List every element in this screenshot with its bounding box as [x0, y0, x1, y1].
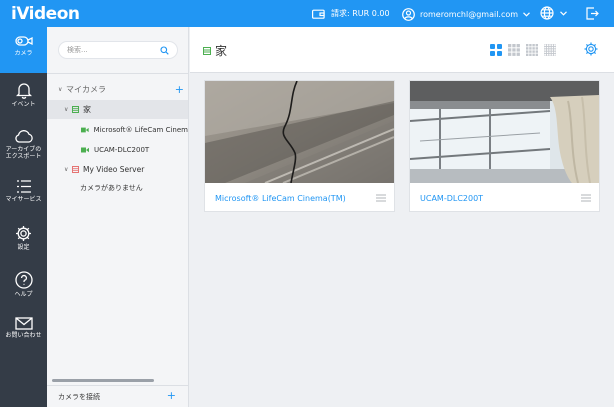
tree-group-home[interactable]: ∨ 家 [47, 100, 188, 119]
user-email: romeromchl@gmail.com [420, 10, 519, 19]
camera-card[interactable]: UCAM-DLC200T [409, 80, 600, 212]
nav-label: ヘルプ [14, 291, 33, 298]
tree-camera-item[interactable]: Microsoft® LifeCam Cinema [47, 120, 188, 139]
camera-icon [81, 147, 89, 152]
grid-3x3-icon[interactable] [508, 44, 520, 56]
chevron-down-icon[interactable]: ∨ [64, 166, 72, 173]
help-icon [14, 271, 33, 289]
grid-5x5-icon[interactable] [544, 44, 556, 56]
nav-item-settings[interactable]: 設定 [0, 218, 47, 264]
folder-icon [203, 46, 211, 55]
tree-scrollbar[interactable] [52, 379, 154, 382]
nav-label: アーカイブのエクスポート [5, 146, 42, 160]
camera-snapshot-image [205, 81, 394, 183]
connect-camera-label: カメラを接続 [58, 392, 100, 401]
divider [47, 73, 188, 74]
bell-icon [15, 83, 32, 99]
main-header: 家 [190, 27, 614, 73]
camera-snapshot-image [410, 81, 599, 183]
billing-label: 請求: RUR 0.00 [331, 9, 390, 18]
list-icon [16, 180, 31, 193]
nav-item-archive-export[interactable]: アーカイブのエクスポート [0, 122, 47, 168]
nav-label: お問い合わせ [5, 332, 42, 339]
nav-item-help[interactable]: ヘルプ [0, 264, 47, 310]
grid-4x4-icon[interactable] [526, 44, 538, 56]
globe-icon [540, 6, 554, 20]
folder-icon [72, 106, 79, 113]
camera-card-title[interactable]: Microsoft® LifeCam Cinema(TM) [215, 194, 346, 203]
nav-item-cameras[interactable]: カメラ [0, 27, 47, 73]
tree-camera-label: Microsoft® LifeCam Cinema [93, 125, 188, 134]
page-title-text: 家 [215, 44, 228, 58]
user-menu[interactable]: romeromchl@gmail.com [402, 8, 530, 21]
nav-label: 設定 [17, 244, 30, 251]
view-switcher [490, 44, 556, 56]
ivideon-logo[interactable]: iVideon [11, 4, 80, 24]
nav-label: イベント [11, 101, 36, 108]
wallet-icon [312, 9, 325, 19]
grid-2x2-icon[interactable] [490, 44, 502, 56]
main-nav: カメラ イベント アーカイブのエクスポート マイサービス 設定 ヘルプ お問い合… [0, 27, 47, 407]
nav-label: マイサービス [5, 196, 42, 203]
page-title: 家 [203, 42, 227, 59]
tree-root-label: マイカメラ [66, 85, 106, 94]
camera-icon [81, 127, 89, 132]
nav-label: カメラ [14, 50, 33, 57]
add-folder-button[interactable]: + [175, 83, 184, 96]
tree-server[interactable]: ∨ My Video Server [47, 160, 188, 179]
nav-item-events[interactable]: イベント [0, 75, 47, 121]
language-menu[interactable] [540, 6, 567, 20]
hamburger-menu-icon[interactable] [376, 194, 386, 202]
tree-server-label: My Video Server [83, 165, 145, 174]
mail-icon [14, 317, 33, 330]
gear-icon [16, 226, 31, 241]
gear-icon[interactable] [584, 42, 598, 56]
logout-button[interactable] [586, 7, 599, 22]
camera-icon [14, 36, 33, 46]
camera-preview[interactable] [205, 81, 394, 183]
hamburger-menu-icon[interactable] [581, 194, 591, 202]
camera-card-title[interactable]: UCAM-DLC200T [420, 194, 483, 203]
camera-card[interactable]: Microsoft® LifeCam Cinema(TM) [204, 80, 395, 212]
tree-camera-label: UCAM-DLC200T [94, 145, 150, 154]
search-input[interactable] [59, 42, 155, 58]
search-icon[interactable] [160, 46, 169, 55]
chevron-down-icon[interactable]: ∨ [58, 86, 66, 93]
nav-item-contact[interactable]: お問い合わせ [0, 310, 47, 356]
tree-server-empty: カメラがありません [47, 178, 188, 197]
tree-group-label: 家 [83, 105, 91, 114]
server-icon [72, 166, 79, 173]
user-avatar-icon [402, 8, 415, 21]
top-bar: iVideon 請求: RUR 0.00 romeromchl@gmail.co… [0, 0, 614, 27]
chevron-down-icon[interactable]: ∨ [64, 106, 72, 113]
search-box [58, 41, 178, 59]
billing-button[interactable]: 請求: RUR 0.00 [312, 8, 390, 19]
tree-empty-label: カメラがありません [80, 183, 143, 192]
cloud-icon [14, 130, 33, 143]
tree-root-my-cameras[interactable]: ∨ マイカメラ + [47, 80, 188, 99]
chevron-down-icon [560, 10, 567, 16]
logout-icon [586, 7, 599, 20]
camera-tree-panel: ∨ マイカメラ + ∨ 家 Microsoft® LifeCam Cinema … [47, 27, 189, 407]
chevron-down-icon [523, 12, 530, 17]
main-content: 家 Microsoft® LifeCam Cinema(TM) UCAM-DLC… [190, 27, 614, 407]
connect-camera-button[interactable]: + [167, 389, 176, 402]
camera-preview[interactable] [410, 81, 599, 183]
connect-camera-bar[interactable]: カメラを接続 + [47, 385, 188, 407]
tree-camera-item[interactable]: UCAM-DLC200T [47, 140, 188, 159]
nav-item-my-services[interactable]: マイサービス [0, 172, 47, 218]
